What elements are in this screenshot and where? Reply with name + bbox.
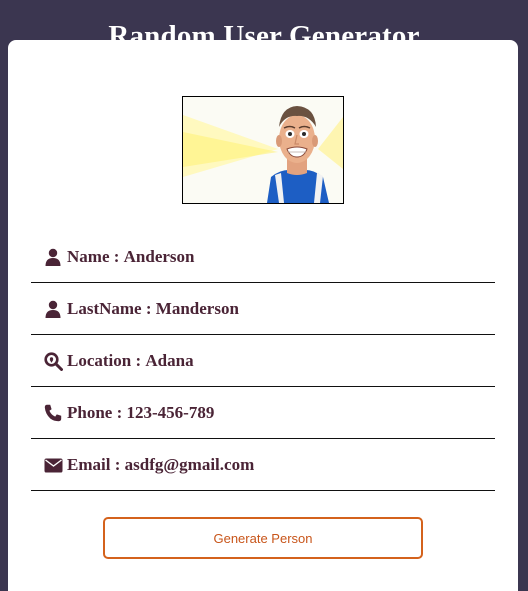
phone-separator: : [112, 403, 127, 422]
email-row: Email : asdfg@gmail.com [31, 440, 495, 491]
location-separator: : [131, 351, 146, 370]
lastname-separator: : [141, 299, 156, 318]
email-separator: : [110, 455, 125, 474]
location-value: Adana [145, 351, 194, 370]
name-value: Anderson [123, 247, 195, 266]
lastname-label: LastName [67, 299, 142, 318]
email-value: asdfg@gmail.com [124, 455, 255, 474]
lastname-row: LastName : Manderson [31, 284, 495, 335]
phone-row: Phone : 123-456-789 [31, 388, 495, 439]
envelope-icon [43, 455, 63, 475]
phone-value: 123-456-789 [126, 403, 215, 422]
name-label: Name [67, 247, 110, 266]
search-location-icon [43, 351, 63, 371]
phone-icon [43, 403, 63, 423]
profile-photo-image [183, 97, 343, 203]
location-label: Location [67, 351, 132, 370]
generate-person-button[interactable]: Generate Person [103, 517, 423, 559]
name-separator: : [109, 247, 124, 266]
user-card: Name : Anderson LastName : Manderson Loc… [8, 40, 518, 591]
profile-photo [182, 96, 344, 204]
name-row: Name : Anderson [31, 232, 495, 283]
email-label: Email [67, 455, 111, 474]
phone-label: Phone [67, 403, 113, 422]
location-row: Location : Adana [31, 336, 495, 387]
user-icon [43, 247, 63, 267]
user-icon [43, 299, 63, 319]
lastname-value: Manderson [155, 299, 239, 318]
user-info-list: Name : Anderson LastName : Manderson Loc… [31, 232, 495, 492]
